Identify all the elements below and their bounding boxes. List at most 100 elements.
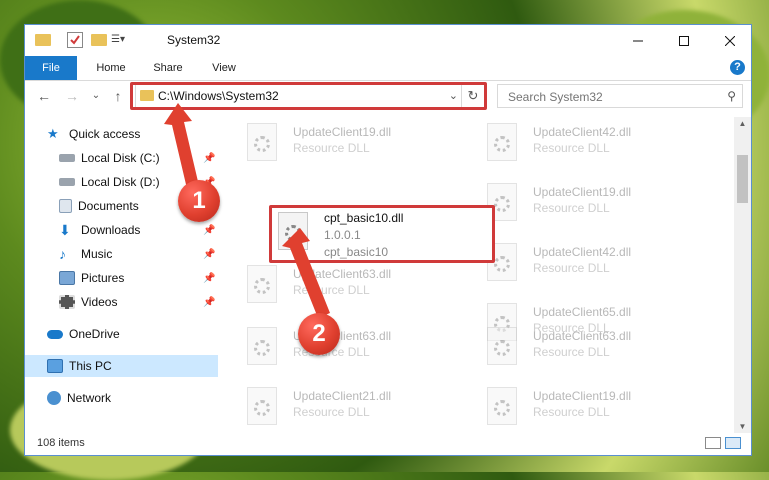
help-icon[interactable]: ? (730, 60, 745, 75)
file-highlight: cpt_basic10.dll 1.0.0.1 cpt_basic10 (269, 205, 495, 263)
pin-icon[interactable]: 📌 (203, 153, 215, 164)
sidebar-item-videos[interactable]: Videos (59, 291, 117, 313)
folder-icon[interactable] (35, 34, 51, 46)
sidebar-item-pictures[interactable]: Pictures (59, 267, 124, 289)
search-box[interactable]: ⚲ (497, 84, 743, 108)
scroll-thumb[interactable] (737, 155, 748, 203)
navigation-pane: ★ Quick access Local Disk (C:) Local Dis… (25, 117, 218, 437)
list-item[interactable]: UpdateClient42.dll Resource DLL (487, 243, 697, 287)
pin-icon[interactable]: 📌 (203, 249, 215, 260)
file-type: Resource DLL (533, 345, 610, 359)
search-input[interactable] (506, 89, 710, 105)
download-icon: ⬇ (59, 222, 71, 238)
dll-file-icon (247, 387, 277, 425)
minimize-button[interactable] (615, 25, 661, 56)
file-name: UpdateClient42.dll (533, 125, 632, 139)
file-name: UpdateClient19.dll (533, 185, 632, 199)
close-button[interactable] (707, 25, 753, 56)
pin-icon[interactable]: 📌 (203, 273, 215, 284)
file-description: cpt_basic10 (324, 245, 389, 259)
maximize-button[interactable] (661, 25, 707, 56)
pin-icon[interactable]: 📌 (203, 225, 215, 236)
pc-icon (47, 359, 63, 373)
search-icon: ⚲ (727, 89, 736, 103)
pin-icon[interactable]: 📌 (203, 297, 215, 308)
sidebar-item-this-pc[interactable]: This PC (25, 355, 218, 377)
large-icons-view-icon[interactable] (725, 437, 741, 449)
file-type: Resource DLL (293, 405, 370, 419)
step-1-badge: 1 (178, 180, 220, 222)
tab-file[interactable]: File (25, 56, 77, 80)
explorer-window: ☰▾ System32 File Home Share View ? ← → ⌄… (24, 24, 752, 456)
dll-file-icon (247, 123, 277, 161)
title-bar: ☰▾ System32 (25, 25, 751, 56)
list-item[interactable]: UpdateClient63.dll Resource DLL (247, 327, 457, 371)
scroll-up-icon[interactable]: ▲ (734, 119, 751, 128)
recent-locations-icon[interactable]: ⌄ (87, 87, 105, 105)
file-name: UpdateClient21.dll (293, 389, 392, 403)
file-type: Resource DLL (533, 405, 610, 419)
up-button[interactable]: ↑ (109, 87, 127, 105)
file-list: UpdateClient19.dll Resource DLL UpdateCl… (225, 117, 735, 433)
sidebar-item-music[interactable]: ♪ Music (59, 243, 112, 265)
videos-icon (59, 295, 75, 309)
tab-view[interactable]: View (201, 56, 247, 80)
sidebar-item-local-disk-c[interactable]: Local Disk (C:) (59, 147, 160, 169)
sidebar-item-label: Videos (81, 295, 118, 309)
dll-file-icon (487, 387, 517, 425)
file-type: Resource DLL (293, 141, 370, 155)
sidebar-item-quick-access[interactable]: ★ Quick access (47, 123, 140, 145)
tab-share[interactable]: Share (145, 56, 191, 80)
list-item[interactable]: UpdateClient63.dll Resource DLL (247, 265, 457, 309)
list-item[interactable]: UpdateClient42.dll Resource DLL (487, 123, 697, 167)
file-name: cpt_basic10.dll (324, 211, 404, 225)
list-item[interactable]: UpdateClient19.dll Resource DLL (487, 183, 697, 227)
cloud-icon (47, 329, 63, 339)
sidebar-item-label: Quick access (69, 127, 141, 141)
file-name: UpdateClient19.dll (533, 389, 632, 403)
file-name: UpdateClient19.dll (293, 125, 392, 139)
sidebar-item-label: Documents (78, 199, 139, 213)
scroll-down-icon[interactable]: ▼ (734, 422, 751, 431)
forward-button[interactable]: → (63, 87, 81, 105)
window-title: System32 (167, 33, 221, 47)
sidebar-item-label: Local Disk (D:) (81, 175, 160, 189)
tab-home[interactable]: Home (87, 56, 135, 80)
documents-icon (59, 199, 72, 213)
back-button[interactable]: ← (35, 87, 53, 105)
pictures-icon (59, 271, 75, 285)
file-name: UpdateClient65.dll (533, 305, 632, 319)
file-name: UpdateClient42.dll (533, 245, 632, 259)
file-type: Resource DLL (533, 141, 610, 155)
file-name: UpdateClient63.dll (293, 267, 392, 281)
list-item-cpt-basic10[interactable]: cpt_basic10.dll 1.0.0.1 cpt_basic10 (278, 211, 488, 259)
file-type: Resource DLL (533, 201, 610, 215)
new-folder-icon[interactable] (91, 34, 107, 46)
sidebar-item-label: OneDrive (69, 327, 120, 341)
list-item[interactable]: UpdateClient19.dll Resource DLL (247, 123, 457, 167)
file-version: 1.0.0.1 (324, 228, 361, 242)
sidebar-item-documents[interactable]: Documents (59, 195, 139, 217)
list-item[interactable]: UpdateClient21.dll Resource DLL (247, 387, 457, 431)
sidebar-item-onedrive[interactable]: OneDrive (47, 323, 120, 345)
sidebar-item-local-disk-d[interactable]: Local Disk (D:) (59, 171, 160, 193)
sidebar-item-network[interactable]: Network (47, 387, 111, 409)
step-2-badge: 2 (298, 313, 340, 355)
vertical-scrollbar[interactable]: ▲ ▼ (734, 117, 751, 433)
file-type: Resource DLL (533, 261, 610, 275)
sidebar-item-label: Music (81, 247, 113, 261)
music-icon: ♪ (59, 246, 66, 262)
list-item[interactable]: UpdateClient63.dll Resource DLL (487, 327, 697, 371)
properties-icon[interactable] (67, 32, 83, 48)
star-icon: ★ (47, 126, 59, 141)
dll-file-icon (487, 327, 517, 365)
status-item-count: 108 items (37, 437, 85, 449)
file-name: UpdateClient63.dll (533, 329, 632, 343)
list-item[interactable]: UpdateClient19.dll Resource DLL (487, 387, 697, 431)
details-view-icon[interactable] (705, 437, 721, 449)
drive-icon (59, 178, 75, 186)
sidebar-item-downloads[interactable]: ⬇ Downloads (59, 219, 140, 241)
sidebar-item-label: This PC (69, 359, 112, 373)
customize-toolbar-icon[interactable]: ☰▾ (111, 32, 129, 48)
dll-file-icon (247, 327, 277, 365)
